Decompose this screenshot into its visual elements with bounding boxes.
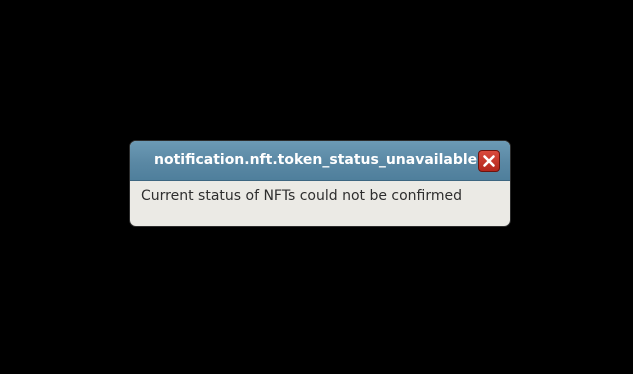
close-button[interactable] [478,150,500,172]
notification-dialog: notification.nft.token_status_unavailabl… [130,141,510,226]
notification-titlebar: notification.nft.token_status_unavailabl… [130,141,510,181]
close-icon [483,155,495,167]
notification-title: notification.nft.token_status_unavailabl… [154,152,478,168]
notification-message: Current status of NFTs could not be conf… [141,188,462,204]
screen: notification.nft.token_status_unavailabl… [0,0,633,374]
